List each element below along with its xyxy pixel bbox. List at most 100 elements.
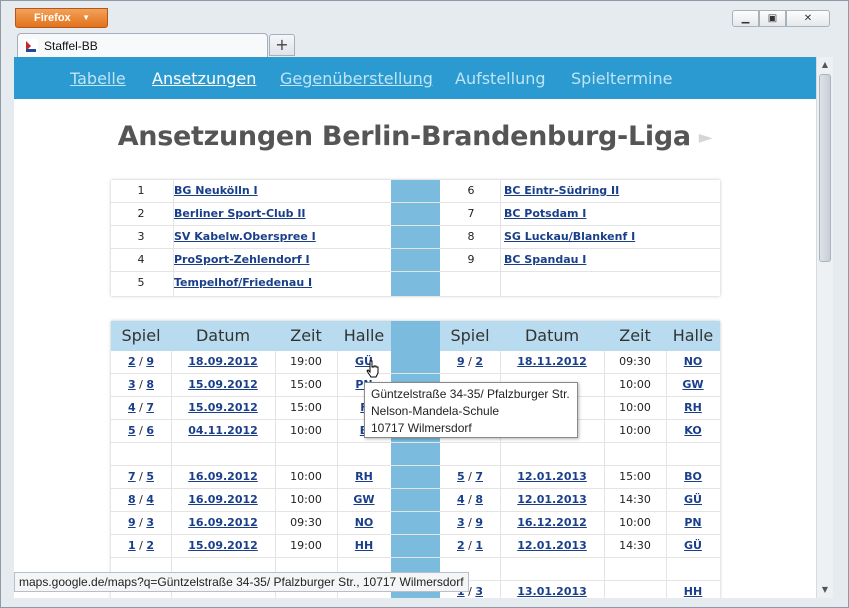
venue-link[interactable]: RH <box>666 401 720 414</box>
match-date-link[interactable]: 16.12.2012 <box>500 516 604 529</box>
venue-link[interactable]: NO <box>337 516 391 529</box>
match-home-link[interactable]: 3 <box>128 378 136 391</box>
match-date-link[interactable]: 12.01.2013 <box>500 539 604 552</box>
match-date-link[interactable]: 18.11.2012 <box>500 355 604 368</box>
match-away-link[interactable]: 7 <box>475 470 483 483</box>
close-button[interactable]: ✕ <box>786 10 830 27</box>
tab-staffel-bb[interactable]: Staffel-BB <box>17 33 268 58</box>
match-home-link[interactable]: 9 <box>128 516 136 529</box>
scroll-down-icon[interactable]: ▼ <box>817 582 833 598</box>
top-navigation: Tabelle Ansetzungen Gegenüberstellung Au… <box>14 57 816 99</box>
match-home-link[interactable]: 4 <box>128 401 136 414</box>
match-home-link[interactable]: 9 <box>457 355 465 368</box>
match-date-link[interactable]: 18.09.2012 <box>171 355 275 368</box>
nav-spieltermine[interactable]: Spieltermine <box>571 69 672 88</box>
team-link[interactable]: BC Eintr-Südring II <box>504 184 619 197</box>
match-away-link[interactable]: 6 <box>146 424 154 437</box>
bvbb-favicon-icon <box>24 39 38 53</box>
team-link[interactable]: Berliner Sport-Club II <box>174 207 306 220</box>
match-home-link[interactable]: 2 <box>457 539 465 552</box>
new-tab-button[interactable]: + <box>269 34 295 56</box>
match-away-link[interactable]: 9 <box>146 355 154 368</box>
venue-link[interactable]: GÜ <box>666 539 720 552</box>
team-link[interactable]: BG Neukölln I <box>174 184 258 197</box>
header-halle: Halle <box>343 326 385 345</box>
scroll-up-icon[interactable]: ▲ <box>817 57 833 73</box>
match-time: 10:00 <box>619 424 651 437</box>
maximize-icon: ▣ <box>767 13 778 24</box>
match-away-link[interactable]: 2 <box>146 539 154 552</box>
match-date-link[interactable]: 15.09.2012 <box>171 539 275 552</box>
venue-link[interactable]: GÜ <box>666 493 720 506</box>
venue-link[interactable]: KO <box>666 424 720 437</box>
nav-gegenueberstellung[interactable]: Gegenüberstellung <box>280 69 433 88</box>
match-away-link[interactable]: 2 <box>475 355 483 368</box>
scrollbar-thumb[interactable] <box>819 74 831 262</box>
schedule-table: Spiel Datum Zeit Halle Spiel Datum Zeit … <box>111 321 720 598</box>
venue-link[interactable]: NO <box>666 355 720 368</box>
team-link[interactable]: ProSport-Zehlendorf I <box>174 253 310 266</box>
vertical-scrollbar[interactable]: ▲ ▼ <box>816 57 833 598</box>
match-date-link[interactable]: 16.09.2012 <box>171 470 275 483</box>
venue-link[interactable]: PN <box>666 516 720 529</box>
team-link[interactable]: BC Potsdam I <box>504 207 586 220</box>
page-viewport: Tabelle Ansetzungen Gegenüberstellung Au… <box>14 57 816 598</box>
table-row: 1 / 2 15.09.2012 19:00 HH 2 / 1 12.01.2013 14:… <box>111 535 720 558</box>
match-pair: 7 / 5 <box>127 470 154 483</box>
team-link[interactable]: SV Kabelw.Oberspree I <box>174 230 316 243</box>
match-date-link[interactable]: 16.09.2012 <box>171 493 275 506</box>
match-away-link[interactable]: 8 <box>146 378 154 391</box>
venue-link[interactable]: GW <box>337 493 391 506</box>
tooltip-line: Nelson-Mandela-Schule <box>371 404 500 418</box>
match-away-link[interactable]: 1 <box>475 539 483 552</box>
match-away-link[interactable]: 8 <box>475 493 483 506</box>
team-row: 1 BG Neukölln I 6 BC Eintr-Südring II <box>111 180 720 203</box>
team-row: 2 Berliner Sport-Club II 7 BC Potsdam I <box>111 203 720 226</box>
venue-link[interactable]: RH <box>337 470 391 483</box>
match-date-link[interactable]: 16.09.2012 <box>171 516 275 529</box>
match-away-link[interactable]: 9 <box>475 516 483 529</box>
maximize-button[interactable]: ▣ <box>759 10 786 27</box>
nav-aufstellung[interactable]: Aufstellung <box>455 69 546 88</box>
venue-link[interactable]: GÜ <box>337 355 391 368</box>
match-home-link[interactable]: 3 <box>457 516 465 529</box>
match-date-link[interactable]: 12.01.2013 <box>500 470 604 483</box>
team-link[interactable]: Tempelhof/Friedenau I <box>174 276 312 289</box>
match-home-link[interactable]: 5 <box>128 424 136 437</box>
match-date-link[interactable]: 12.01.2013 <box>500 493 604 506</box>
nav-ansetzungen[interactable]: Ansetzungen <box>152 69 256 88</box>
match-date-link[interactable]: 15.09.2012 <box>171 401 275 414</box>
match-home-link[interactable]: 2 <box>128 355 136 368</box>
match-time: 10:00 <box>290 470 322 483</box>
match-home-link[interactable]: 1 <box>128 539 136 552</box>
minimize-button[interactable]: ▁ <box>732 10 759 27</box>
match-away-link[interactable]: 3 <box>475 585 483 598</box>
match-date-link[interactable]: 15.09.2012 <box>171 378 275 391</box>
venue-link[interactable]: HH <box>337 539 391 552</box>
team-row: 5 Tempelhof/Friedenau I <box>111 272 720 295</box>
firefox-menu-button[interactable]: Firefox ▼ <box>15 8 108 28</box>
match-pair: 3 / 9 <box>456 516 483 529</box>
venue-link[interactable]: HH <box>666 585 720 598</box>
match-away-link[interactable]: 4 <box>146 493 154 506</box>
firefox-menu-label: Firefox <box>34 12 71 24</box>
match-home-link[interactable]: 7 <box>128 470 136 483</box>
page-title-text: Ansetzungen Berlin-Brandenburg-Liga <box>117 121 691 152</box>
tab-title: Staffel-BB <box>44 39 98 53</box>
match-away-link[interactable]: 5 <box>146 470 154 483</box>
arrow-right-icon: ► <box>698 127 713 148</box>
team-link[interactable]: SG Luckau/Blankenf I <box>504 230 635 243</box>
match-home-link[interactable]: 8 <box>128 493 136 506</box>
match-home-link[interactable]: 5 <box>457 470 465 483</box>
venue-link[interactable]: BO <box>666 470 720 483</box>
venue-link[interactable]: GW <box>666 378 720 391</box>
match-away-link[interactable]: 7 <box>146 401 154 414</box>
chevron-down-icon: ▼ <box>82 13 90 22</box>
match-date-link[interactable]: 13.01.2013 <box>500 585 604 598</box>
match-home-link[interactable]: 4 <box>457 493 465 506</box>
match-date-link[interactable]: 04.11.2012 <box>171 424 275 437</box>
match-time: 14:30 <box>619 539 651 552</box>
match-away-link[interactable]: 3 <box>146 516 154 529</box>
team-link[interactable]: BC Spandau I <box>504 253 586 266</box>
nav-tabelle[interactable]: Tabelle <box>70 69 126 88</box>
